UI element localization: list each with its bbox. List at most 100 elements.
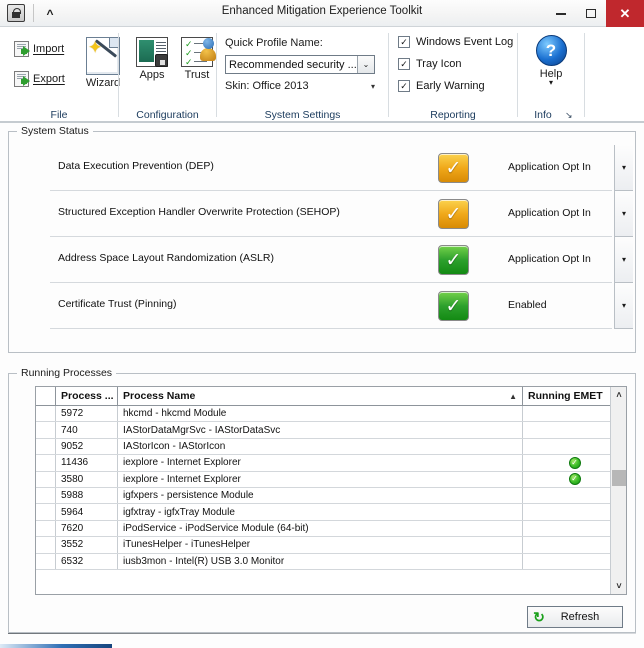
column-header-process-name[interactable]: Process Name ▲ — [118, 387, 523, 405]
checkbox-icon[interactable]: ✓ — [398, 58, 410, 70]
help-icon: ? — [535, 35, 567, 66]
row-selector[interactable] — [36, 537, 56, 553]
row-selector[interactable] — [36, 438, 56, 455]
row-selector[interactable] — [36, 471, 56, 487]
cell-process-name: igfxtray - igfxTray Module — [118, 504, 523, 520]
minimize-button[interactable] — [546, 0, 576, 27]
status-value: Application Opt In — [508, 161, 591, 173]
chevron-down-icon[interactable]: ▾ — [523, 78, 579, 87]
column-header-pid[interactable]: Process ... — [56, 387, 118, 405]
cell-pid: 7620 — [56, 520, 118, 537]
table-row[interactable]: 5988 igfxpers - persistence Module — [36, 487, 626, 505]
table-row[interactable]: 3552 iTunesHelper - iTunesHelper — [36, 537, 626, 554]
checkbox-windows-event-log[interactable]: ✓ Windows Event Log — [398, 36, 513, 48]
checkbox-label: Tray Icon — [416, 58, 462, 70]
cell-pid: 5972 — [56, 406, 118, 422]
row-selector[interactable] — [36, 406, 56, 422]
close-button[interactable]: ✕ — [606, 0, 644, 27]
refresh-icon: ↻ — [533, 608, 545, 625]
table-row[interactable]: 7620 iPodService - iPodService Module (6… — [36, 520, 626, 538]
window-controls: ✕ — [546, 0, 644, 27]
sort-ascending-icon: ▲ — [509, 391, 517, 401]
ribbon-group-info: ? Help ▾ Info ↘ — [518, 27, 584, 123]
table-row[interactable]: 5972 hkcmd - hkcmd Module — [36, 406, 626, 423]
dialog-launcher-icon[interactable]: ↘ — [565, 110, 573, 121]
row-selector-header — [36, 387, 56, 405]
status-row-certificate-trust[interactable]: Certificate Trust (Pinning) ✓ Enabled ▾ — [10, 283, 634, 329]
ribbon-group-label-file: File — [50, 109, 68, 121]
ribbon-divider-5 — [584, 33, 585, 117]
table-row[interactable]: 740 IAStorDataMgrSvc - IAStorDataSvc — [36, 422, 626, 439]
table-row[interactable]: 11436 iexplore - Internet Explorer ✓ — [36, 455, 626, 472]
checkbox-icon[interactable]: ✓ — [398, 36, 410, 48]
cell-process-name: iexplore - Internet Explorer — [118, 455, 523, 471]
import-button[interactable]: Import — [14, 41, 64, 57]
title-bar: ^ Enhanced Mitigation Experience Toolkit… — [0, 0, 644, 27]
table-header-row: Process ... Process Name ▲ Running EMET — [36, 387, 626, 406]
process-table[interactable]: Process ... Process Name ▲ Running EMET … — [35, 386, 627, 595]
maximize-button[interactable] — [576, 0, 606, 27]
checkbox-icon[interactable]: ✓ — [398, 80, 410, 92]
emet-main-window: ^ Enhanced Mitigation Experience Toolkit… — [0, 0, 644, 648]
status-dropdown-button[interactable]: ▾ — [614, 237, 633, 283]
status-value: Enabled — [508, 299, 547, 311]
cell-process-name: iusb3mon - Intel(R) USB 3.0 Monitor — [118, 553, 523, 569]
cell-process-name: iexplore - Internet Explorer — [118, 471, 523, 487]
import-label: Import — [33, 43, 65, 55]
status-row-dep[interactable]: Data Execution Prevention (DEP) ✓ Applic… — [10, 145, 634, 191]
help-button[interactable]: ? Help ▾ — [523, 35, 579, 87]
check-green-icon: ✓ — [438, 291, 469, 321]
cell-process-name: iTunesHelper - iTunesHelper — [118, 537, 523, 553]
checkbox-early-warning[interactable]: ✓ Early Warning — [398, 80, 485, 92]
skin-dropdown[interactable]: Skin: Office 2013 ▾ — [225, 80, 375, 92]
export-label: Export — [33, 73, 65, 85]
scroll-up-icon[interactable]: ˄ — [611, 387, 626, 403]
running-processes-groupbox: Running Processes Process ... Process Na… — [8, 367, 636, 633]
ribbon-group-label-reporting: Reporting — [430, 109, 476, 121]
quick-profile-value: Recommended security ... — [229, 58, 357, 71]
table-vertical-scrollbar[interactable]: ˄ ˅ — [610, 387, 626, 594]
ribbon-group-configuration: Apps ✓ ✓ ✓ Trust Configuration — [119, 27, 216, 123]
status-name: Structured Exception Handler Overwrite P… — [58, 206, 340, 218]
ribbon: Import Export ✦ Wizard File Apps ✓ ✓ ✓ T… — [0, 27, 644, 123]
status-dropdown-button[interactable]: ▾ — [614, 145, 633, 191]
table-row[interactable]: 9052 IAStorIcon - IAStorIcon — [36, 438, 626, 456]
running-processes-caption: Running Processes — [17, 367, 117, 379]
cell-pid: 3580 — [56, 471, 118, 487]
status-dropdown-button[interactable]: ▾ — [614, 191, 633, 237]
ribbon-group-label-configuration: Configuration — [136, 109, 199, 121]
cell-process-name: igfxpers - persistence Module — [118, 487, 523, 504]
cell-pid: 5988 — [56, 487, 118, 504]
scroll-down-icon[interactable]: ˅ — [611, 578, 626, 594]
status-row-sehop[interactable]: Structured Exception Handler Overwrite P… — [10, 191, 634, 237]
chevron-down-icon[interactable]: ▾ — [371, 82, 375, 91]
ribbon-group-reporting: ✓ Windows Event Log ✓ Tray Icon ✓ Early … — [389, 27, 517, 123]
quick-profile-combobox[interactable]: Recommended security ... ⌄ — [225, 55, 375, 74]
row-selector[interactable] — [36, 487, 56, 504]
wizard-icon: ✦ — [86, 37, 120, 75]
checkbox-tray-icon[interactable]: ✓ Tray Icon — [398, 58, 461, 70]
row-selector[interactable] — [36, 520, 56, 537]
table-row[interactable]: 5964 igfxtray - igfxTray Module — [36, 504, 626, 521]
table-row[interactable]: 3580 iexplore - Internet Explorer ✓ — [36, 471, 626, 488]
check-amber-icon: ✓ — [438, 153, 469, 183]
row-selector[interactable] — [36, 553, 56, 569]
cell-pid: 6532 — [56, 553, 118, 569]
row-selector[interactable] — [36, 455, 56, 471]
cell-pid: 9052 — [56, 438, 118, 455]
export-button[interactable]: Export — [14, 71, 65, 87]
cell-pid: 740 — [56, 422, 118, 438]
row-selector[interactable] — [36, 422, 56, 438]
scrollbar-thumb[interactable] — [612, 470, 626, 486]
skin-label: Skin: Office 2013 — [225, 80, 309, 92]
status-name: Address Space Layout Randomization (ASLR… — [58, 252, 274, 264]
ribbon-group-label-system-settings: System Settings — [264, 109, 341, 121]
chevron-down-icon[interactable]: ⌄ — [357, 56, 374, 73]
status-row-aslr[interactable]: Address Space Layout Randomization (ASLR… — [10, 237, 634, 283]
refresh-button[interactable]: ↻ Refresh — [527, 606, 623, 628]
checkbox-label: Early Warning — [416, 80, 485, 92]
row-selector[interactable] — [36, 504, 56, 520]
status-dropdown-button[interactable]: ▾ — [614, 283, 633, 329]
table-row[interactable]: 6532 iusb3mon - Intel(R) USB 3.0 Monitor — [36, 553, 626, 570]
status-value: Application Opt In — [508, 207, 591, 219]
